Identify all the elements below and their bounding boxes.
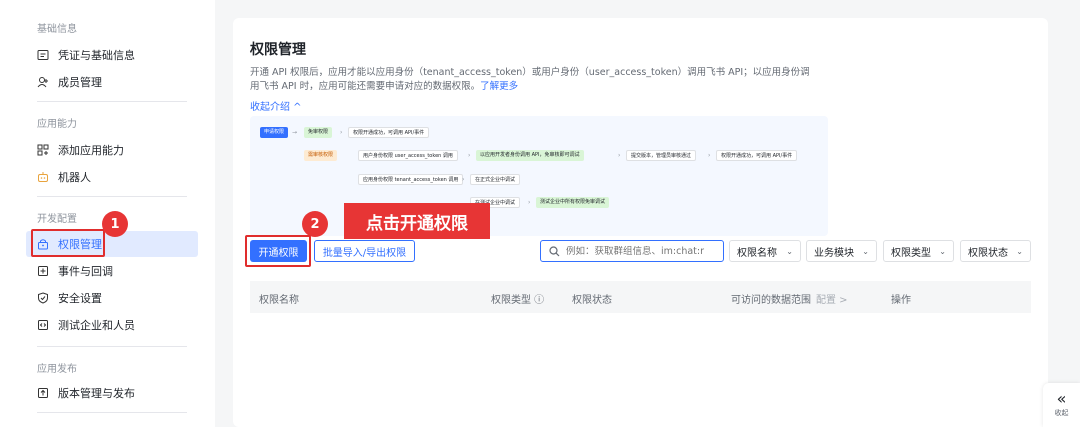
- page-description: 开通 API 权限后，应用才能以应用身份（tenant_access_token…: [250, 66, 840, 94]
- collapse-sidebar-button[interactable]: « 收起: [1043, 383, 1080, 427]
- chevron-down-icon: ⌄: [786, 246, 793, 256]
- event-plus-icon: [37, 265, 49, 277]
- section-title-release: 应用发布: [37, 364, 77, 375]
- sidebar-item-credentials[interactable]: 凭证与基础信息: [26, 42, 198, 68]
- flow-submit: 提交版本，管理员审核通过: [626, 150, 697, 161]
- divider: [37, 412, 187, 413]
- arrow-icon: ›: [468, 152, 471, 159]
- column-header-data-scope: 可访问的数据范围: [731, 295, 811, 306]
- code-icon: [37, 319, 49, 331]
- sidebar-item-label: 成员管理: [58, 76, 102, 89]
- flow-need-review: 需审核权限: [304, 150, 338, 161]
- learn-more-link[interactable]: 了解更多: [480, 81, 518, 92]
- filter-label: 权限状态: [968, 247, 1008, 259]
- sidebar-item-label: 机器人: [58, 171, 91, 184]
- arrow-icon: ›: [618, 152, 621, 159]
- column-header-name: 权限名称: [259, 295, 299, 306]
- divider: [37, 101, 187, 102]
- highlight-box-permissions: [31, 229, 105, 257]
- flow-no-review: 免审权限: [304, 127, 333, 138]
- flow-app-identity: 应用身份权限 tenant_access_token 调用: [358, 174, 464, 185]
- filter-permission-name[interactable]: 权限名称 ⌄: [729, 240, 801, 262]
- collapse-label: 收起: [1054, 409, 1069, 417]
- chevron-down-icon: ⌄: [939, 246, 946, 256]
- sidebar-item-events[interactable]: 事件与回调: [26, 258, 198, 284]
- column-header-status: 权限状态: [572, 295, 612, 306]
- robot-icon: [37, 171, 49, 183]
- flow-formal-debug: 在正式企业中调试: [470, 174, 521, 185]
- filter-permission-type[interactable]: 权限类型 ⌄: [883, 240, 954, 262]
- user-add-icon: [37, 76, 49, 88]
- page-title: 权限管理: [250, 42, 306, 58]
- desc-line-2: 用飞书 API 时，应用可能还需要申请对应的数据权限。: [250, 81, 481, 92]
- divider: [37, 196, 187, 197]
- flow-user-result: 以应用开发者身份调用 API，免审核即可调试: [476, 150, 584, 161]
- sidebar-item-version[interactable]: 版本管理与发布: [26, 380, 198, 406]
- search-icon: [549, 242, 560, 261]
- desc-line-1: 开通 API 权限后，应用才能以应用身份（tenant_access_token…: [250, 67, 810, 78]
- filter-label: 权限类型: [891, 247, 931, 259]
- grid-add-icon: [37, 144, 49, 156]
- sidebar-item-label: 凭证与基础信息: [58, 49, 135, 62]
- highlight-box-enable: [245, 235, 311, 267]
- sidebar-item-label: 添加应用能力: [58, 144, 124, 157]
- arrow-icon: ›: [708, 152, 711, 159]
- filter-label: 业务模块: [814, 247, 854, 259]
- filter-business-module[interactable]: 业务模块 ⌄: [806, 240, 877, 262]
- step-badge-2: 2: [302, 211, 328, 237]
- sidebar-item-test-enterprise[interactable]: 测试企业和人员: [26, 312, 198, 338]
- sidebar-item-label: 版本管理与发布: [58, 387, 135, 400]
- step-badge-1: 1: [102, 211, 128, 237]
- section-title-basic: 基础信息: [37, 24, 77, 35]
- flow-final-result: 权限开通成功，可调用 API/事件: [716, 150, 798, 161]
- column-header-actions: 操作: [891, 295, 911, 306]
- sidebar-item-label: 测试企业和人员: [58, 319, 135, 332]
- sidebar-item-bot[interactable]: 机器人: [26, 164, 198, 190]
- flow-no-review-result: 权限开通成功，可调用 API/事件: [348, 127, 430, 138]
- id-card-icon: [37, 49, 49, 61]
- batch-import-export-button[interactable]: 批量导入/导出权限: [314, 240, 415, 262]
- arrow-icon: ›: [462, 176, 465, 183]
- sidebar-item-security[interactable]: 安全设置: [26, 285, 198, 311]
- double-chevron-left-icon: «: [1056, 389, 1067, 408]
- permission-flow-diagram: 申请权限 → 免审权限 › 权限开通成功，可调用 API/事件 需审核权限 用户…: [250, 116, 828, 236]
- filter-label: 权限名称: [737, 247, 777, 259]
- search-input[interactable]: [566, 245, 716, 257]
- sidebar-item-label: 安全设置: [58, 292, 102, 305]
- callout-click-enable: 点击开通权限: [344, 203, 490, 239]
- permissions-table-header: 权限名称 权限类型 ⓘ 权限状态 可访问的数据范围 配置 > 操作: [250, 281, 1031, 313]
- section-title-capability: 应用能力: [37, 119, 77, 130]
- arrow-icon: →: [292, 129, 298, 136]
- sidebar-item-label: 事件与回调: [58, 265, 113, 278]
- permission-search[interactable]: [540, 240, 724, 262]
- chevron-down-icon: ⌄: [1016, 246, 1023, 256]
- collapse-intro-link[interactable]: 收起介绍 ^: [250, 98, 302, 113]
- flow-test-result: 测试企业中所有权限免审调试: [536, 197, 610, 208]
- flow-apply: 申请权限: [260, 127, 289, 138]
- configure-scope-link[interactable]: 配置 >: [816, 291, 848, 306]
- shield-check-icon: [37, 292, 49, 304]
- flow-user-identity: 用户身份权限 user_access_token 调用: [358, 150, 458, 161]
- divider: [37, 346, 187, 347]
- chevron-down-icon: ⌄: [862, 246, 869, 256]
- sidebar-item-members[interactable]: 成员管理: [26, 69, 198, 95]
- arrow-icon: ›: [340, 129, 343, 136]
- column-header-type: 权限类型 ⓘ: [491, 295, 545, 306]
- section-title-dev: 开发配置: [37, 214, 77, 225]
- upload-icon: [37, 387, 49, 399]
- filter-permission-status[interactable]: 权限状态 ⌄: [960, 240, 1031, 262]
- arrow-icon: ›: [528, 199, 531, 206]
- sidebar-item-add-capability[interactable]: 添加应用能力: [26, 137, 198, 163]
